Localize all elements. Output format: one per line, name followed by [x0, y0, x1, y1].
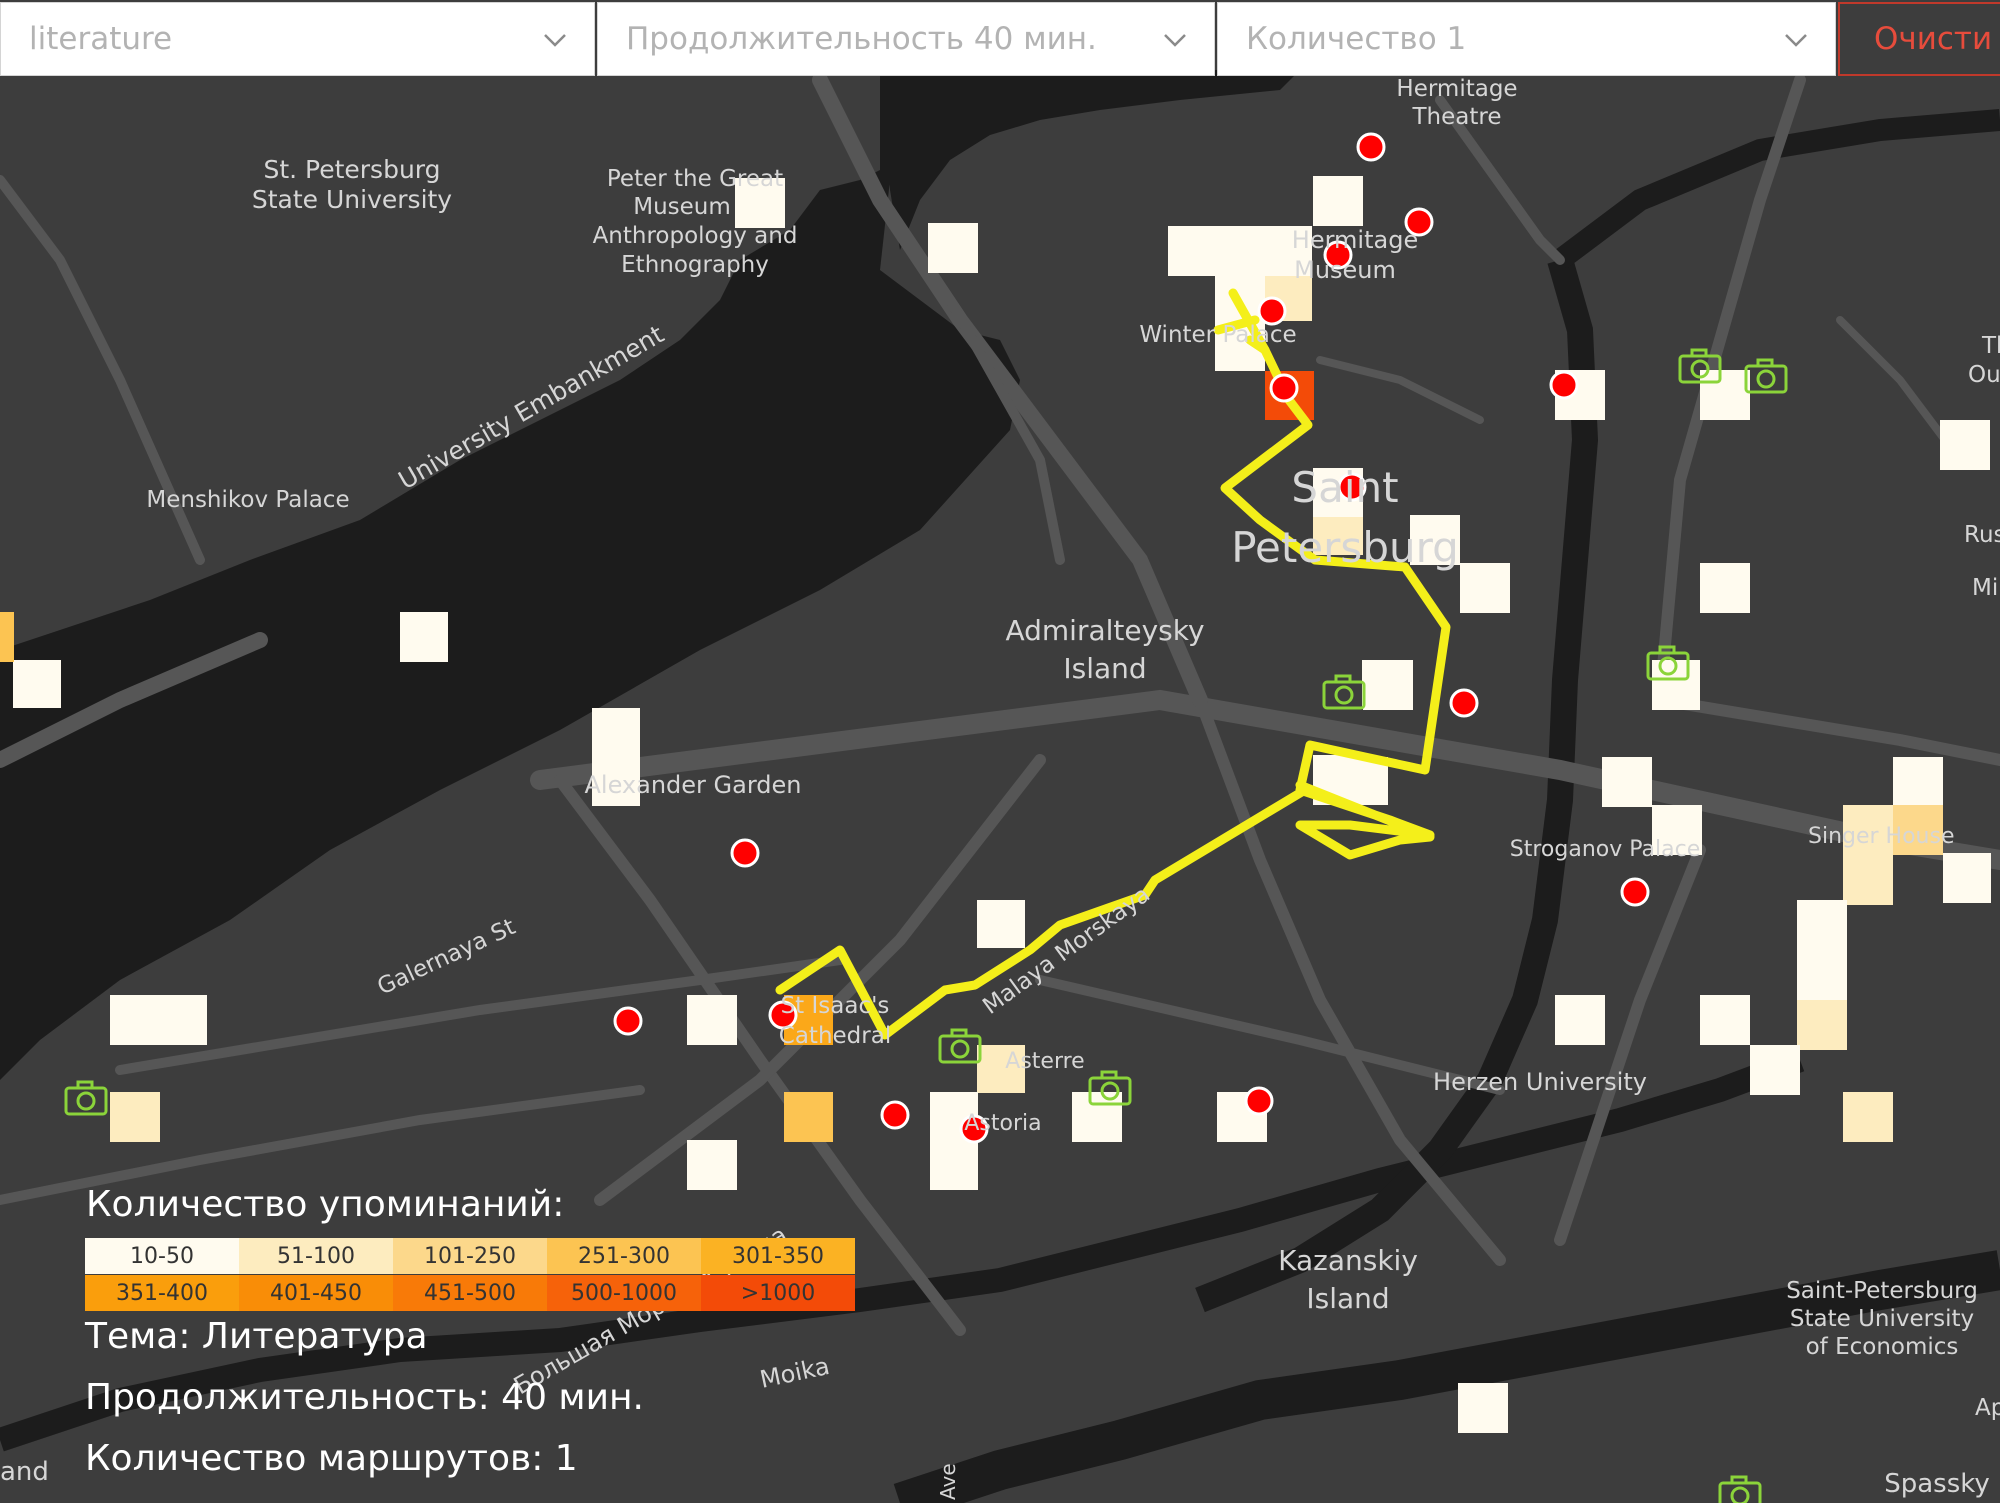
- info-duration: Продолжительность: 40 мин.: [85, 1377, 644, 1418]
- topic-select-value: literature: [29, 21, 173, 57]
- label-unecon: State University: [1790, 1306, 1974, 1332]
- legend-scale: 10-50 51-100 101-250 251-300 301-350 351-400 4…: [85, 1238, 855, 1312]
- label-ap: Ap: [1975, 1395, 2000, 1421]
- label-asterre: Asterre: [1005, 1049, 1084, 1074]
- legend-range-cell: 401-450: [239, 1275, 393, 1311]
- label-admiralteysky: Admiralteysky: [1005, 614, 1204, 647]
- label-the-our: The: [1981, 333, 2000, 359]
- label-hermitage-theatre: Theatre: [1412, 104, 1502, 130]
- legend-range-cell: 251-300: [547, 1238, 701, 1274]
- count-select-value: Количество 1: [1246, 21, 1467, 57]
- label-kazanskiy: Kazanskiy: [1278, 1244, 1418, 1277]
- label-kunstkamera: Museum: [633, 194, 731, 220]
- label-kunstkamera: Anthropology and: [593, 223, 798, 249]
- label-herzen: Herzen University: [1433, 1068, 1647, 1096]
- duration-select-value: Продолжительность 40 мин.: [626, 21, 1097, 57]
- chevron-down-icon: [544, 34, 566, 47]
- label-kunstkamera: Ethnography: [621, 252, 769, 278]
- legend-range-cell: 351-400: [85, 1275, 239, 1311]
- label-kunstkamera: Peter the Great: [607, 166, 783, 192]
- legend-range-cell: 101-250: [393, 1238, 547, 1274]
- chevron-down-icon: [1164, 34, 1186, 47]
- legend-range-cell: 451-500: [393, 1275, 547, 1311]
- label-admiralteysky: Island: [1063, 652, 1146, 685]
- label-ave: Ave: [936, 1463, 960, 1500]
- label-saint-petersburg: Saint: [1291, 463, 1398, 512]
- label-menshikov: Menshikov Palace: [146, 487, 349, 513]
- label-winter-palace: Winter Palace: [1139, 322, 1296, 348]
- label-russ: Russ: [1964, 522, 2000, 548]
- label-the-our: Our: [1968, 362, 2000, 388]
- label-stroganov: Stroganov Palace: [1510, 837, 1700, 862]
- duration-select[interactable]: Продолжительность 40 мин.: [597, 2, 1215, 76]
- label-kazanskiy: Island: [1306, 1282, 1389, 1315]
- legend-title: Количество упоминаний:: [86, 1184, 565, 1225]
- label-astoria: Astoria: [964, 1111, 1041, 1136]
- legend-range-cell: 51-100: [239, 1238, 393, 1274]
- label-unecon: Saint-Petersburg: [1786, 1278, 1978, 1304]
- clear-button[interactable]: Очисти: [1838, 2, 2000, 76]
- info-topic: Тема: Литература: [85, 1316, 428, 1357]
- legend-range-cell: 10-50: [85, 1238, 239, 1274]
- label-unecon: of Economics: [1806, 1334, 1959, 1360]
- label-spassky: Spassky: [1884, 1469, 1990, 1499]
- label-isaac-cathedral: St Isaac's: [781, 993, 890, 1019]
- mentions-legend: Количество упоминаний: 10-50 51-100 101-25…: [85, 1180, 855, 1311]
- legend-range-cell: >1000: [701, 1275, 855, 1311]
- label-saint-petersburg: Petersburg: [1231, 523, 1459, 572]
- label-isaac-cathedral: Cathedral: [779, 1023, 891, 1049]
- label-island-edge: and: [0, 1457, 49, 1487]
- clear-button-label: Очисти: [1874, 21, 1993, 57]
- chevron-down-icon: [1785, 34, 1807, 47]
- info-routes: Количество маршрутов: 1: [85, 1438, 578, 1479]
- label-alexander-garden: Alexander Garden: [584, 771, 801, 799]
- filter-bar: literature Продолжительность 40 мин. Кол…: [0, 0, 2000, 80]
- label-spbu: State University: [252, 185, 452, 214]
- label-singer: Singer House: [1808, 824, 1955, 849]
- legend-range-cell: 500-1000: [547, 1275, 701, 1311]
- label-hermitage-museum: Museum: [1294, 256, 1396, 284]
- legend-range-cell: 301-350: [701, 1238, 855, 1274]
- label-mil: Mil: [1972, 575, 2000, 601]
- label-spbu: St. Petersburg: [263, 155, 440, 184]
- count-select[interactable]: Количество 1: [1217, 2, 1836, 76]
- label-hermitage-museum: Hermitage: [1292, 226, 1418, 254]
- topic-select[interactable]: literature: [0, 2, 595, 76]
